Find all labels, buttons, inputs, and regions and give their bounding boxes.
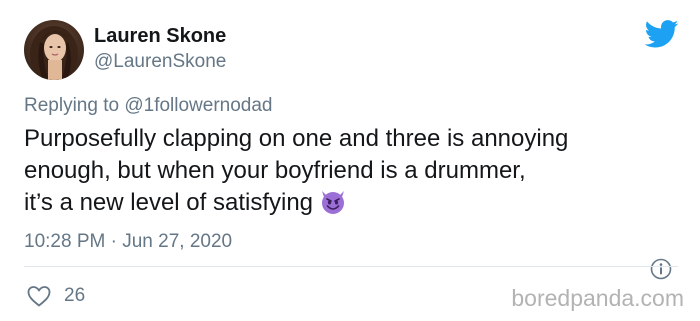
avatar-image: [24, 20, 84, 80]
tweet-card: Lauren Skone @LaurenSkone Replying to @1…: [0, 0, 700, 321]
tweet-text-line-2: enough, but when your boyfriend is a dru…: [24, 157, 526, 184]
author-display-name[interactable]: Lauren Skone: [94, 24, 226, 48]
tweet-text-line-3-text: it’s a new level of satisfying: [24, 189, 314, 216]
like-count: 26: [64, 285, 86, 306]
meta-separator: ·: [110, 231, 117, 252]
tweet-time: 10:28 PM: [24, 231, 106, 252]
avatar[interactable]: [24, 20, 84, 80]
smiling-imp-emoji-icon: [319, 187, 347, 215]
watermark: boredpanda.com: [511, 285, 684, 311]
divider: [24, 266, 678, 267]
reply-prefix: Replying to: [24, 95, 125, 116]
info-icon[interactable]: [650, 258, 672, 280]
tweet-text: Purposefully clapping on one and three i…: [24, 123, 684, 219]
twitter-bird-icon[interactable]: [644, 20, 679, 48]
reply-mention-link[interactable]: @1followernodad: [124, 95, 272, 116]
tweet-text-line-3: it’s a new level of satisfying: [24, 187, 684, 219]
tweet-date: Jun 27, 2020: [122, 231, 233, 252]
author-handle[interactable]: @LaurenSkone: [94, 50, 226, 74]
reply-context: Replying to @1followernodad: [24, 94, 273, 118]
heart-outline-icon[interactable]: [26, 284, 52, 308]
tweet-text-line-1: Purposefully clapping on one and three i…: [24, 125, 569, 152]
tweet-timestamp[interactable]: 10:28 PM · Jun 27, 2020: [24, 230, 232, 254]
